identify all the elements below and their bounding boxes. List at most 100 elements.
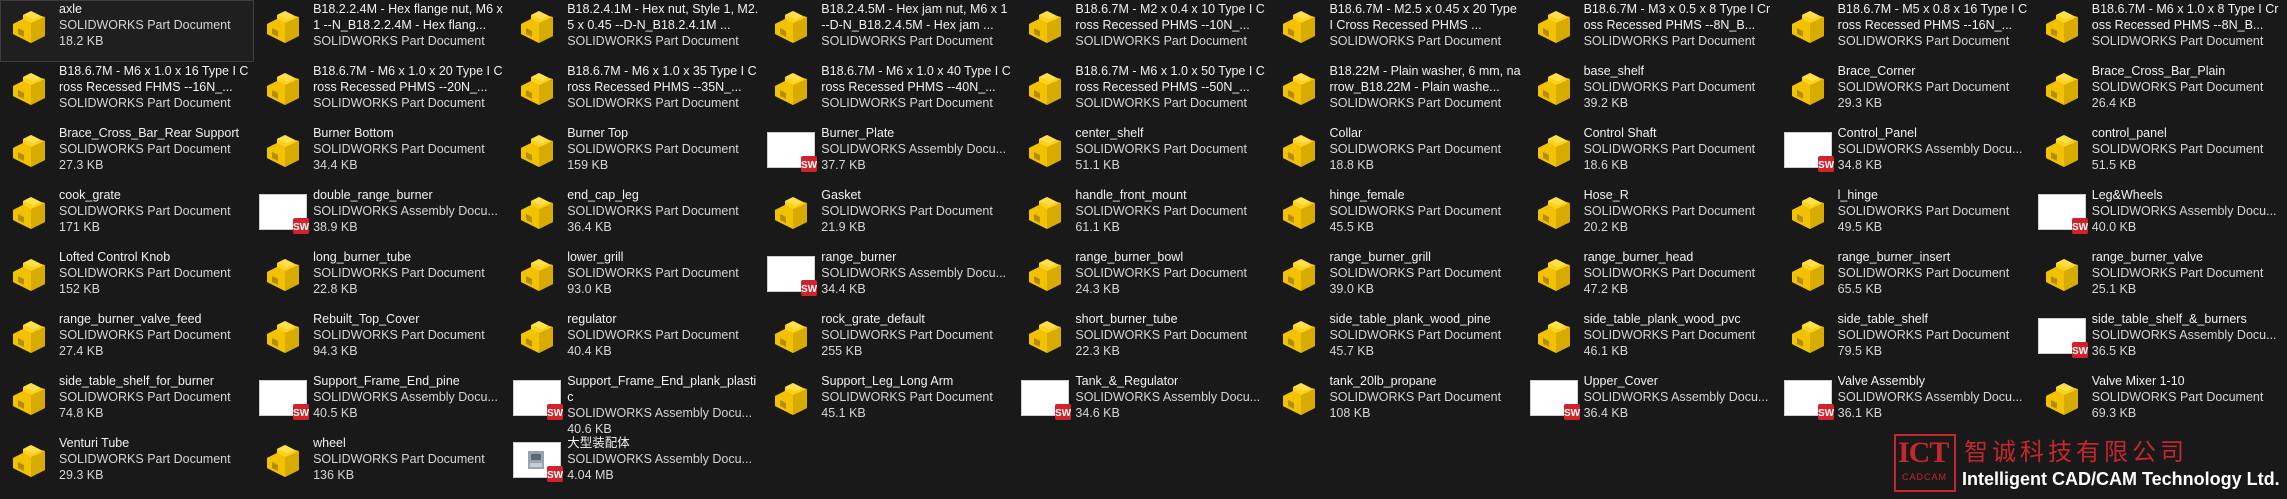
file-item[interactable]: side_table_plank_wood_pine SOLIDWORKS Par… [1270, 310, 1524, 372]
file-item[interactable]: end_cap_leg SOLIDWORKS Part Document 36.4 … [508, 186, 762, 248]
file-item[interactable]: center_shelf SOLIDWORKS Part Document 51.1… [1016, 124, 1270, 186]
file-details: base_shelf SOLIDWORKS Part Document 39.2 K… [1584, 63, 1779, 111]
file-item[interactable]: side_table_plank_wood_pvc SOLIDWORKS Part… [1525, 310, 1779, 372]
file-name: center_shelf [1075, 126, 1144, 140]
file-type: SOLIDWORKS Part Document [1329, 34, 1502, 48]
file-item[interactable]: Support_Leg_Long Arm SOLIDWORKS Part Docu… [762, 372, 1016, 434]
solidworks-part-icon [766, 311, 816, 361]
file-item[interactable]: side_table_shelf_for_burner SOLIDWORKS Pa… [0, 372, 254, 434]
solidworks-part-icon [1020, 125, 1070, 175]
file-item[interactable]: Collar SOLIDWORKS Part Document 18.8 KB [1270, 124, 1524, 186]
solidworks-part-icon [1020, 249, 1070, 299]
file-name: hinge_female [1329, 188, 1405, 202]
file-item[interactable]: control_panel SOLIDWORKS Part Document 51.… [2033, 124, 2287, 186]
file-item[interactable]: regulator SOLIDWORKS Part Document 40.4 KB [508, 310, 762, 372]
file-name: side_table_plank_wood_pvc [1583, 312, 1741, 326]
file-type: SOLIDWORKS Part Document [313, 328, 485, 342]
file-item[interactable]: SW Control_Panel SOLIDWORKS Assembly Docu.… [1779, 124, 2033, 186]
solidworks-part-icon [258, 249, 308, 299]
file-item[interactable]: hinge_female SOLIDWORKS Part Document 45.5… [1270, 186, 1524, 248]
file-item[interactable]: B18.6.7M - M2.5 x 0.45 x 20 Type I Cross… [1270, 0, 1524, 62]
file-size: 36.5 KB [2091, 344, 2137, 358]
file-item[interactable]: tank_20lb_propane SOLIDWORKS Part Documen… [1270, 372, 1524, 434]
file-item[interactable]: B18.6.7M - M6 x 1.0 x 40 Type I Cross Re… [762, 62, 1016, 124]
file-item[interactable]: B18.2.2.4M - Hex flange nut, M6 x 1 --N_… [254, 0, 508, 62]
file-item[interactable]: B18.6.7M - M3 x 0.5 x 8 Type I Cross Rec… [1525, 0, 1779, 62]
file-item[interactable]: wheel SOLIDWORKS Part Document 136 KB [254, 434, 508, 496]
file-item[interactable]: B18.2.4.1M - Hex nut, Style 1, M2.5 x 0.… [508, 0, 762, 62]
file-item[interactable]: range_burner_valve_feed SOLIDWORKS Part D… [0, 310, 254, 372]
file-item[interactable]: B18.6.7M - M6 x 1.0 x 35 Type I Cross Re… [508, 62, 762, 124]
file-item[interactable]: Lofted Control Knob SOLIDWORKS Part Docum… [0, 248, 254, 310]
file-item[interactable]: range_burner_bowl SOLIDWORKS Part Documen… [1016, 248, 1270, 310]
file-size: 34.4 KB [821, 282, 866, 296]
file-item[interactable]: side_table_shelf SOLIDWORKS Part Document… [1779, 310, 2033, 372]
file-item[interactable]: cook_grate SOLIDWORKS Part Document 171 KB [0, 186, 254, 248]
file-item[interactable]: long_burner_tube SOLIDWORKS Part Document… [254, 248, 508, 310]
file-item[interactable]: handle_front_mount SOLIDWORKS Part Docume… [1016, 186, 1270, 248]
file-item[interactable]: Burner Bottom SOLIDWORKS Part Document 34.… [254, 124, 508, 186]
file-item[interactable]: Control Shaft SOLIDWORKS Part Document 18.… [1525, 124, 1779, 186]
file-item[interactable]: lower_grill SOLIDWORKS Part Document 93.0 … [508, 248, 762, 310]
file-details: B18.6.7M - M6 x 1.0 x 20 Type I Cross Re… [313, 63, 508, 111]
file-type: SOLIDWORKS Part Document [1583, 266, 1756, 280]
file-details: Leg&Wheels SOLIDWORKS Assembly Docu... 40.… [2092, 187, 2287, 235]
file-size: 27.3 KB [59, 158, 104, 172]
file-item[interactable]: Hose_R SOLIDWORKS Part Document 20.2 KB [1525, 186, 1779, 248]
file-item[interactable]: SW Support_Frame_End_pine SOLIDWORKS Assem… [254, 372, 508, 434]
file-item[interactable]: Valve Mixer 1-10 SOLIDWORKS Part Document… [2033, 372, 2287, 434]
file-item[interactable]: B18.6.7M - M2 x 0.4 x 10 Type I Cross Re… [1016, 0, 1270, 62]
file-item[interactable]: SW Valve Assembly SOLIDWORKS Assembly Docu… [1779, 372, 2033, 434]
file-size: 94.3 KB [313, 344, 358, 358]
file-name: control_panel [2091, 126, 2167, 140]
file-item[interactable]: range_burner_insert SOLIDWORKS Part Docum… [1779, 248, 2033, 310]
file-item[interactable]: base_shelf SOLIDWORKS Part Document 39.2 K… [1525, 62, 1779, 124]
svg-text:SW: SW [801, 284, 817, 295]
file-item[interactable]: Brace_Corner SOLIDWORKS Part Document 29.3… [1779, 62, 2033, 124]
file-item[interactable]: B18.2.4.5M - Hex jam nut, M6 x 1 --D-N_B… [762, 0, 1016, 62]
file-size: 45.7 KB [1329, 344, 1374, 358]
file-item[interactable]: Gasket SOLIDWORKS Part Document 21.9 KB [762, 186, 1016, 248]
solidworks-part-icon [1274, 125, 1324, 175]
solidworks-part-icon [258, 1, 308, 51]
file-details: Burner Bottom SOLIDWORKS Part Document 34.… [313, 125, 508, 173]
file-item[interactable]: Venturi Tube SOLIDWORKS Part Document 29.3… [0, 434, 254, 496]
file-type: SOLIDWORKS Part Document [1329, 204, 1502, 218]
solidworks-part-icon [258, 125, 308, 175]
file-type: SOLIDWORKS Assembly Docu... [567, 406, 752, 420]
file-item[interactable]: SW range_burner SOLIDWORKS Assembly Docu..… [762, 248, 1016, 310]
file-item[interactable]: B18.6.7M - M6 x 1.0 x 16 Type I Cross Re… [0, 62, 254, 124]
file-item[interactable]: SW Tank_&_Regulator SOLIDWORKS Assembly Do… [1016, 372, 1270, 434]
file-details: double_range_burner SOLIDWORKS Assembly D… [313, 187, 508, 235]
file-item[interactable]: SW 大型装配体 SOLIDWORKS Assembly Docu... 4.04 M… [508, 434, 762, 496]
solidworks-part-icon [1274, 187, 1324, 237]
file-item[interactable]: SW Burner_Plate SOLIDWORKS Assembly Docu..… [762, 124, 1016, 186]
file-size: 38.9 KB [313, 220, 358, 234]
file-item[interactable]: SW Support_Frame_End_plank_plastic SOLIDWO… [508, 372, 762, 434]
file-item[interactable]: l_hinge SOLIDWORKS Part Document 49.5 KB [1779, 186, 2033, 248]
file-name: range_burner_insert [1837, 250, 1951, 264]
file-name: Support_Frame_End_pine [313, 374, 460, 388]
file-item[interactable]: range_burner_valve SOLIDWORKS Part Docume… [2033, 248, 2287, 310]
file-item[interactable]: SW Upper_Cover SOLIDWORKS Assembly Docu...… [1525, 372, 1779, 434]
file-item[interactable]: B18.6.7M - M5 x 0.8 x 16 Type I Cross Re… [1779, 0, 2033, 62]
file-item[interactable]: SW Leg&Wheels SOLIDWORKS Assembly Docu... 4… [2033, 186, 2287, 248]
file-item[interactable]: rock_grate_default SOLIDWORKS Part Docume… [762, 310, 1016, 372]
file-item[interactable]: Rebuilt_Top_Cover SOLIDWORKS Part Documen… [254, 310, 508, 372]
solidworks-part-icon [1529, 311, 1579, 361]
file-name: B18.6.7M - M3 x 0.5 x 8 Type I Cross Rec… [1583, 2, 1771, 32]
file-item[interactable]: Brace_Cross_Bar_Rear Support SOLIDWORKS P… [0, 124, 254, 186]
file-item[interactable]: axle SOLIDWORKS Part Document 18.2 KB [0, 0, 255, 62]
file-item[interactable]: B18.6.7M - M6 x 1.0 x 8 Type I Cross Rec… [2033, 0, 2287, 62]
file-item[interactable]: B18.6.7M - M6 x 1.0 x 20 Type I Cross Re… [254, 62, 508, 124]
file-item[interactable]: SW double_range_burner SOLIDWORKS Assembly… [254, 186, 508, 248]
file-item[interactable]: Burner Top SOLIDWORKS Part Document 159 KB [508, 124, 762, 186]
file-item[interactable]: B18.6.7M - M6 x 1.0 x 50 Type I Cross Re… [1016, 62, 1270, 124]
file-item[interactable]: short_burner_tube SOLIDWORKS Part Documen… [1016, 310, 1270, 372]
file-item[interactable]: range_burner_grill SOLIDWORKS Part Docume… [1270, 248, 1524, 310]
file-item[interactable]: range_burner_head SOLIDWORKS Part Documen… [1525, 248, 1779, 310]
file-item[interactable]: B18.22M - Plain washer, 6 mm, narrow_B18… [1270, 62, 1524, 124]
file-item[interactable]: SW side_table_shelf_&_burners SOLIDWORKS A… [2033, 310, 2287, 372]
file-size: 40.0 KB [2091, 220, 2137, 234]
file-item[interactable]: Brace_Cross_Bar_Plain SOLIDWORKS Part Doc… [2033, 62, 2287, 124]
